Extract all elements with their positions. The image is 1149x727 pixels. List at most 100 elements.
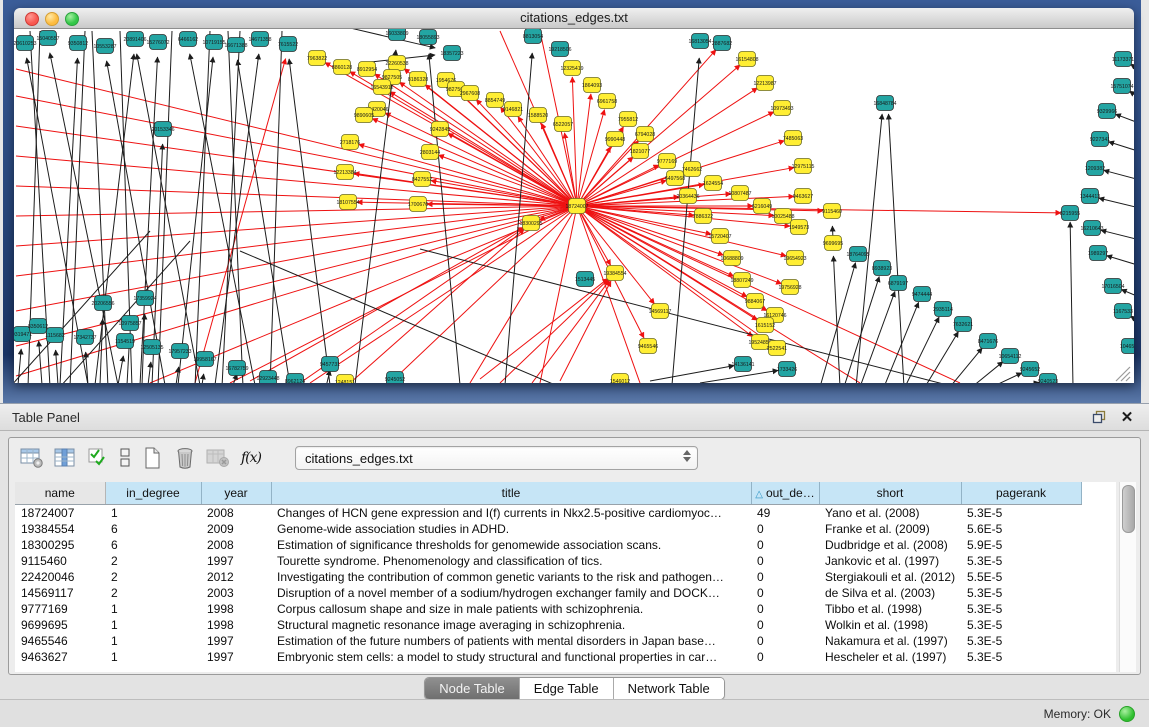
graph-node[interactable]: 10719155 [202,35,225,50]
graph-node[interactable]: 9699695 [823,236,843,251]
graph-node[interactable]: 1546012 [610,374,630,384]
graph-edge[interactable] [500,279,608,383]
graph-node[interactable]: 1046573 [1120,339,1134,354]
import-table-disabled-icon[interactable] [205,445,231,471]
graph-node[interactable]: 1700676 [408,197,428,212]
graph-edge[interactable] [700,370,778,383]
graph-edge[interactable] [1012,382,1039,383]
table-row[interactable]: 946554611997Estimation of the future num… [15,633,1081,649]
graph-edge[interactable] [289,59,330,383]
graph-node[interactable]: 9890605 [354,108,374,123]
graph-node[interactable]: 9115460 [822,204,842,219]
column-header-name[interactable]: name [15,482,105,505]
graph-edge[interactable] [240,251,560,383]
graph-node[interactable]: 18107554 [336,195,359,210]
column-header-out_de…[interactable]: △out_de… [751,482,819,505]
graph-edge[interactable] [228,31,243,383]
graph-node[interactable]: 20364436 [676,189,699,204]
graph-edge[interactable] [1101,230,1134,241]
graph-node[interactable]: 11173371 [1112,52,1134,67]
graph-node[interactable]: 12213384 [333,165,356,180]
graph-node[interactable]: 1513445 [575,272,595,287]
graph-node[interactable]: 1624554 [703,176,723,191]
graph-node[interactable]: 18055893 [416,30,439,45]
graph-node[interactable]: 9884067 [745,294,765,309]
graph-node[interactable]: 15720407 [708,229,731,244]
network-view-window[interactable]: citations_edges.txt 20610253150405579350… [14,8,1134,383]
graph-edge[interactable] [215,54,259,383]
graph-node[interactable]: 20206556 [91,296,114,311]
graph-node[interactable]: 8962124 [285,374,305,384]
graph-node[interactable]: 12505135 [140,340,163,355]
function-fx-icon[interactable]: f(x) [238,445,264,471]
graph-node[interactable]: 1209382 [1085,161,1105,176]
graph-edge[interactable] [438,155,577,206]
graph-edge[interactable] [1121,289,1134,299]
graph-edge[interactable] [372,119,577,206]
graph-node[interactable]: 1115682 [45,328,65,343]
graph-edge[interactable] [56,350,58,383]
scrollbar-thumb[interactable] [1122,485,1135,533]
graph-node[interactable]: 8854749 [485,93,505,108]
graph-node[interactable]: 19384554 [603,266,626,281]
graph-node[interactable]: 2967608 [460,86,480,101]
graph-node[interactable]: 1615152 [755,318,775,333]
graph-edge[interactable] [650,366,734,381]
graph-node[interactable]: 10553287 [93,39,116,54]
graph-edge[interactable] [202,374,204,383]
graph-node[interactable]: 16543912 [370,80,393,95]
graph-edge[interactable] [1115,114,1134,125]
graph-edge[interactable] [190,54,255,383]
graph-edge[interactable] [476,100,577,206]
graph-edge[interactable] [118,356,123,383]
graph-node[interactable]: 8350612 [28,319,48,334]
graph-node[interactable]: 2803144 [420,145,440,160]
graph-node[interactable]: 9245052 [385,372,405,384]
graph-edge[interactable] [820,263,856,383]
graph-node[interactable]: 2718176 [340,135,360,150]
graph-edge[interactable] [92,31,108,383]
graph-node[interactable]: 10654112 [999,349,1022,364]
graph-node[interactable]: 9240523 [1038,374,1058,384]
graph-edge[interactable] [16,206,577,346]
graph-node[interactable]: 1989297 [1088,246,1108,261]
graph-node[interactable]: 12213987 [753,76,776,91]
graph-node[interactable]: 9777169 [657,154,677,169]
column-header-in_degree[interactable]: in_degree [105,482,201,505]
graph-edge[interactable] [925,332,958,383]
graph-edge[interactable] [16,156,577,206]
graph-edge[interactable] [39,341,42,383]
column-header-pagerank[interactable]: pagerank [961,482,1081,505]
graph-node[interactable]: 17957233 [168,344,191,359]
graph-node[interactable]: 8860128 [332,60,352,75]
graph-node[interactable]: 7886322 [693,209,713,224]
graph-node[interactable]: 9245652 [1020,362,1040,377]
graph-edge[interactable] [390,92,577,206]
graph-edge[interactable] [1104,170,1134,181]
graph-node[interactable]: 1167533 [1113,304,1133,319]
graph-node[interactable]: 6497568 [665,171,685,186]
graph-edge[interactable] [350,229,524,383]
table-row[interactable]: 1456911722003Disruption of a novel membe… [15,585,1081,601]
table-row[interactable]: 2242004622012Investigating the contribut… [15,569,1081,585]
graph-node[interactable]: 14136141 [731,357,754,372]
graph-edge[interactable] [148,362,151,383]
graph-node[interactable]: 18300295 [519,216,542,231]
table-row[interactable]: 977716911998Corpus callosum shape and si… [15,601,1081,617]
table-row[interactable]: 1938455462009Genome-wide association stu… [15,521,1081,537]
graph-edge[interactable] [470,206,577,383]
graph-node[interactable]: 14671358 [248,32,271,47]
column-edit-icon[interactable] [52,445,78,471]
graph-node[interactable]: 10973493 [770,101,793,116]
tab-node-table[interactable]: Node Table [425,678,520,699]
graph-node[interactable]: 8186328 [408,72,428,87]
table-vertical-scrollbar[interactable] [1119,482,1136,672]
graph-node[interactable]: 19958167 [193,352,216,367]
graph-edge[interactable] [250,227,523,381]
column-header-short[interactable]: short [819,482,961,505]
graph-node[interactable]: 1821077 [630,144,650,159]
resize-grip-icon[interactable] [1116,367,1130,381]
graph-node[interactable]: 17016504 [1101,279,1124,294]
graph-node[interactable]: 15276072 [146,35,169,50]
graph-node[interactable]: 16782759 [225,361,248,376]
